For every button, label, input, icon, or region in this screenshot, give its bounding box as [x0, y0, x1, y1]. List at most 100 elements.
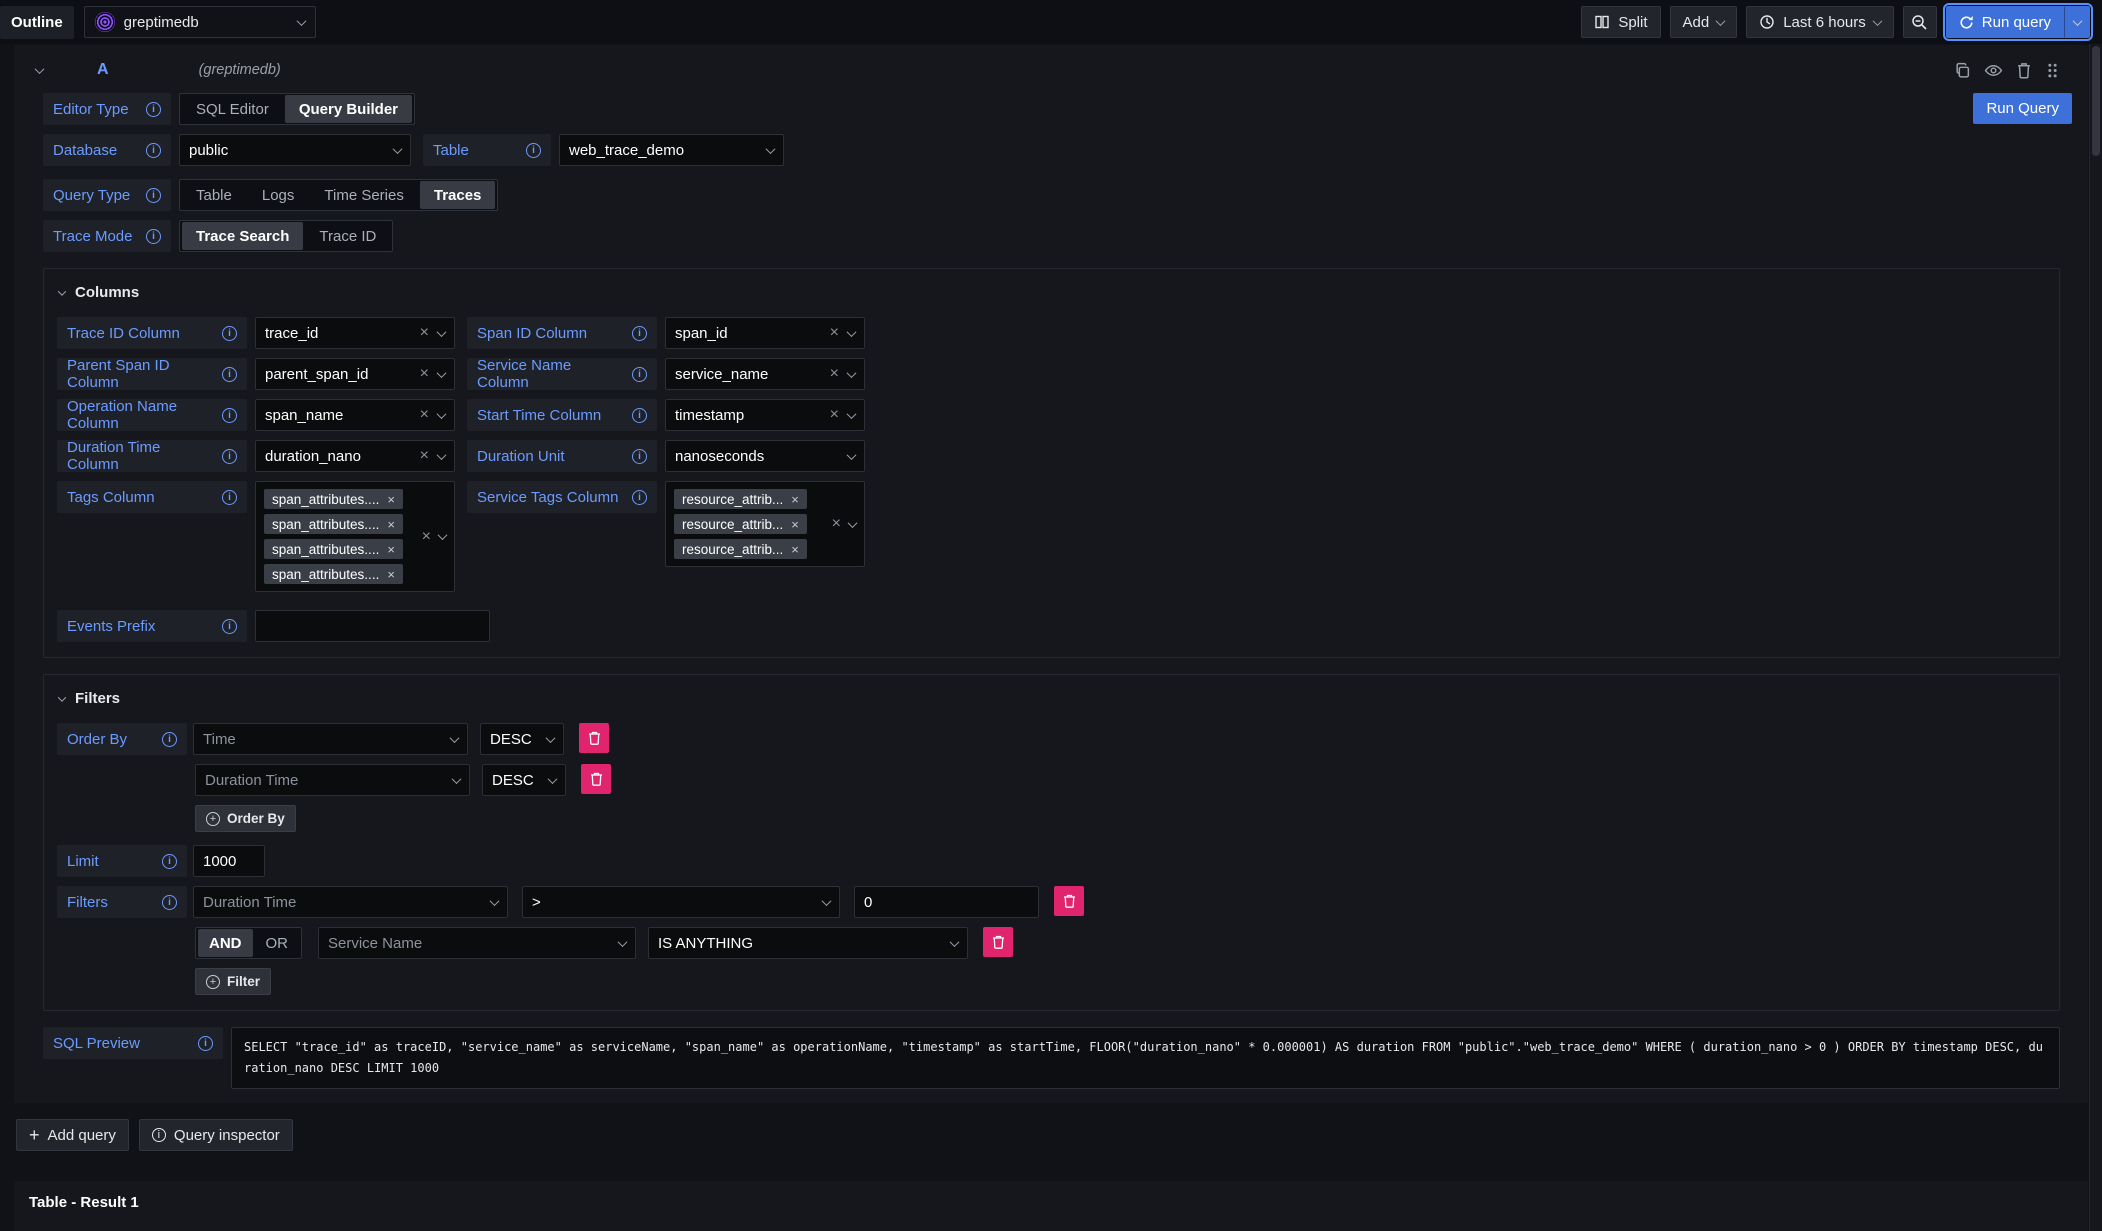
editor-type-sql-editor[interactable]: SQL Editor: [182, 95, 283, 123]
query-type-logs[interactable]: Logs: [248, 181, 309, 209]
service-name-column-select[interactable]: service_name ×: [665, 358, 865, 390]
parent-span-id-column-select[interactable]: parent_span_id ×: [255, 358, 455, 390]
split-button[interactable]: Split: [1581, 6, 1660, 38]
info-icon[interactable]: i: [146, 102, 161, 117]
add-query-button[interactable]: + Add query: [16, 1119, 129, 1151]
scrollbar-thumb[interactable]: [2092, 46, 2100, 156]
filters-section-header[interactable]: Filters: [59, 690, 2046, 707]
info-icon[interactable]: i: [146, 188, 161, 203]
order-by-direction-select[interactable]: DESC: [480, 723, 564, 755]
clear-icon[interactable]: ×: [830, 325, 839, 341]
service-tags-column-multiselect[interactable]: resource_attrib...× resource_attrib...× …: [665, 481, 865, 567]
service-tag-chip[interactable]: resource_attrib...×: [674, 489, 807, 509]
info-icon[interactable]: i: [222, 449, 237, 464]
info-icon[interactable]: i: [146, 143, 161, 158]
info-icon[interactable]: i: [632, 490, 647, 505]
remove-order-by-button-2[interactable]: [581, 764, 611, 794]
filter-operator-select-2[interactable]: IS ANYTHING: [648, 927, 968, 959]
filter-condition-or[interactable]: OR: [255, 929, 300, 957]
clear-icon[interactable]: ×: [420, 448, 429, 464]
service-tag-chip[interactable]: resource_attrib...×: [674, 539, 807, 559]
clear-icon[interactable]: ×: [420, 325, 429, 341]
zoom-out-time-button[interactable]: [1903, 6, 1937, 38]
remove-chip-icon[interactable]: ×: [791, 493, 799, 506]
trace-id-column-select[interactable]: trace_id ×: [255, 317, 455, 349]
info-icon[interactable]: i: [162, 854, 177, 869]
filter-value-input[interactable]: 0: [854, 886, 1039, 918]
info-icon[interactable]: i: [526, 143, 541, 158]
tag-chip[interactable]: span_attributes....×: [264, 514, 403, 534]
query-inspector-button[interactable]: i Query inspector: [139, 1119, 293, 1151]
add-filter-button[interactable]: + Filter: [195, 968, 271, 995]
events-prefix-input[interactable]: [255, 610, 490, 642]
remove-chip-icon[interactable]: ×: [387, 518, 395, 531]
info-icon[interactable]: i: [632, 449, 647, 464]
clear-all-icon[interactable]: ×: [832, 515, 841, 533]
remove-chip-icon[interactable]: ×: [791, 518, 799, 531]
database-select[interactable]: public: [179, 134, 411, 166]
remove-chip-icon[interactable]: ×: [387, 543, 395, 556]
page-scrollbar[interactable]: [2089, 44, 2102, 1231]
operation-name-column-select[interactable]: span_name ×: [255, 399, 455, 431]
info-icon[interactable]: i: [222, 408, 237, 423]
info-icon[interactable]: i: [162, 895, 177, 910]
remove-chip-icon[interactable]: ×: [387, 568, 395, 581]
remove-chip-icon[interactable]: ×: [791, 543, 799, 556]
tag-chip[interactable]: span_attributes....×: [264, 539, 403, 559]
columns-section-header[interactable]: Columns: [59, 284, 2046, 301]
clear-icon[interactable]: ×: [830, 366, 839, 382]
service-tag-chip[interactable]: resource_attrib...×: [674, 514, 807, 534]
editor-run-query-button[interactable]: Run Query: [1973, 93, 2072, 124]
order-by-field-select[interactable]: Time: [193, 723, 468, 755]
drag-handle-icon[interactable]: [2045, 62, 2060, 79]
info-icon[interactable]: i: [632, 367, 647, 382]
time-range-picker[interactable]: Last 6 hours: [1746, 6, 1894, 38]
info-icon[interactable]: i: [222, 619, 237, 634]
query-type-table[interactable]: Table: [182, 181, 246, 209]
info-icon[interactable]: i: [198, 1036, 213, 1051]
tag-chip[interactable]: span_attributes....×: [264, 489, 403, 509]
query-type-time-series[interactable]: Time Series: [310, 181, 417, 209]
add-button[interactable]: Add: [1670, 6, 1738, 38]
duration-unit-select[interactable]: nanoseconds: [665, 440, 865, 472]
info-icon[interactable]: i: [632, 408, 647, 423]
limit-input[interactable]: 1000: [193, 845, 265, 877]
info-icon[interactable]: i: [222, 490, 237, 505]
info-icon[interactable]: i: [632, 326, 647, 341]
tags-column-multiselect[interactable]: span_attributes....× span_attributes....…: [255, 481, 455, 592]
clear-all-icon[interactable]: ×: [422, 528, 431, 546]
info-icon[interactable]: i: [146, 229, 161, 244]
run-query-button[interactable]: Run query: [1946, 6, 2064, 38]
clear-icon[interactable]: ×: [420, 366, 429, 382]
trace-mode-trace-id[interactable]: Trace ID: [305, 222, 390, 250]
outline-tab[interactable]: Outline: [0, 6, 74, 39]
add-order-by-button[interactable]: + Order By: [195, 805, 296, 832]
query-type-traces[interactable]: Traces: [420, 181, 496, 209]
tag-chip[interactable]: span_attributes....×: [264, 564, 403, 584]
order-by-direction-select-2[interactable]: DESC: [482, 764, 566, 796]
delete-query-icon[interactable]: [2016, 62, 2032, 79]
duplicate-query-icon[interactable]: [1954, 62, 1971, 79]
filter-condition-and[interactable]: AND: [198, 929, 253, 957]
order-by-field-select-2[interactable]: Duration Time: [195, 764, 470, 796]
info-icon[interactable]: i: [222, 367, 237, 382]
remove-order-by-button[interactable]: [579, 723, 609, 753]
clear-icon[interactable]: ×: [420, 407, 429, 423]
toggle-visibility-icon[interactable]: [1984, 62, 2003, 79]
span-id-column-select[interactable]: span_id ×: [665, 317, 865, 349]
clear-icon[interactable]: ×: [830, 407, 839, 423]
duration-time-column-select[interactable]: duration_nano ×: [255, 440, 455, 472]
info-icon[interactable]: i: [162, 732, 177, 747]
filter-field-select[interactable]: Duration Time: [193, 886, 508, 918]
datasource-picker[interactable]: greptimedb: [84, 6, 316, 38]
start-time-column-select[interactable]: timestamp ×: [665, 399, 865, 431]
info-icon[interactable]: i: [222, 326, 237, 341]
collapse-query-icon[interactable]: [35, 64, 45, 74]
table-select[interactable]: web_trace_demo: [559, 134, 784, 166]
remove-chip-icon[interactable]: ×: [387, 493, 395, 506]
filter-operator-select[interactable]: >: [522, 886, 840, 918]
filter-field-select-2[interactable]: Service Name: [318, 927, 636, 959]
remove-filter-button[interactable]: [1054, 886, 1084, 916]
run-query-dropdown[interactable]: [2064, 6, 2090, 38]
trace-mode-trace-search[interactable]: Trace Search: [182, 222, 303, 250]
